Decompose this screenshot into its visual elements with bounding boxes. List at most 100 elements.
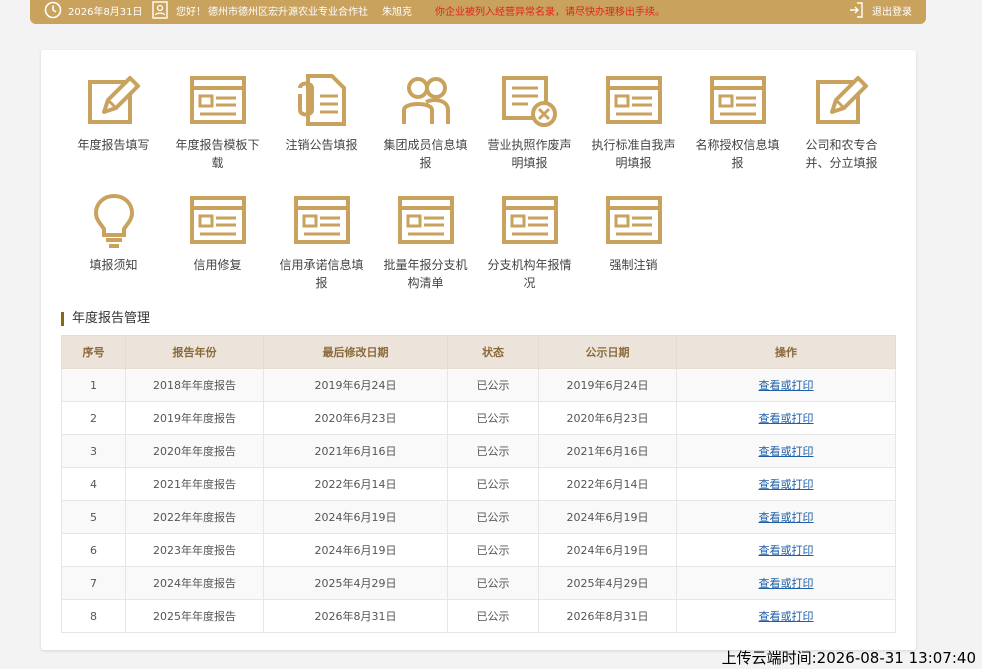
main-card: 年度报告填写 年度报告模板下载 注销公告填报 集团成员信息填报 营业执照作废声明填报 执行… (41, 50, 916, 650)
table-row: 3 2020年年度报告 2021年6月16日 已公示 2021年6月16日 查看或打印 (61, 434, 896, 468)
table-row: 5 2022年年度报告 2024年6月19日 已公示 2024年6月19日 查看或打印 (61, 500, 896, 534)
edit-icon (812, 70, 872, 130)
bulb-icon (84, 190, 144, 250)
cell-status: 已公示 (447, 533, 539, 567)
function-tile[interactable]: 批量年报分支机构清单 (378, 190, 473, 292)
user-block: 您好！ 德州市德州区宏升源农业专业合作社 (152, 0, 368, 20)
cell-index: 6 (61, 533, 126, 567)
annual-report-table: 序号 报告年份 最后修改日期 状态 公示日期 操作 1 2018年年度报告 2019… (61, 335, 896, 633)
cell-index: 8 (61, 599, 126, 633)
cell-publish-date: 2025年4月29日 (538, 566, 677, 600)
function-tile[interactable]: 强制注销 (586, 190, 681, 274)
view-print-link[interactable]: 查看或打印 (759, 511, 814, 524)
function-tile[interactable]: 公司和农专合并、分立填报 (794, 70, 889, 172)
function-tile-label: 执行标准自我声明填报 (591, 138, 676, 170)
logout-button[interactable]: 退出登录 (848, 0, 912, 20)
function-tile[interactable]: 执行标准自我声明填报 (586, 70, 681, 172)
cell-publish-date: 2024年6月19日 (538, 533, 677, 567)
view-print-link[interactable]: 查看或打印 (759, 412, 814, 425)
doc-x-icon (500, 70, 560, 130)
edit-icon (84, 70, 144, 130)
cell-publish-date: 2024年6月19日 (538, 500, 677, 534)
table-row: 7 2024年年度报告 2025年4月29日 已公示 2025年4月29日 查看或打印 (61, 566, 896, 600)
cell-modified: 2024年6月19日 (263, 533, 448, 567)
cell-index: 1 (61, 368, 126, 402)
cell-action: 查看或打印 (676, 467, 896, 501)
table-header-row: 序号 报告年份 最后修改日期 状态 公示日期 操作 (61, 335, 896, 369)
cell-year: 2022年年度报告 (125, 500, 264, 534)
view-print-link[interactable]: 查看或打印 (759, 544, 814, 557)
user-doc-icon (152, 1, 168, 19)
cell-index: 2 (61, 401, 126, 435)
function-tile[interactable]: 集团成员信息填报 (378, 70, 473, 172)
view-print-link[interactable]: 查看或打印 (759, 379, 814, 392)
view-print-link[interactable]: 查看或打印 (759, 445, 814, 458)
form-icon (708, 70, 768, 130)
function-tile[interactable]: 名称授权信息填报 (690, 70, 785, 172)
cell-status: 已公示 (447, 467, 539, 501)
cell-year: 2025年年度报告 (125, 599, 264, 633)
function-tile[interactable]: 年度报告填写 (66, 70, 161, 154)
cell-publish-date: 2026年8月31日 (538, 599, 677, 633)
function-tile[interactable]: 分支机构年报情况 (482, 190, 577, 292)
function-tile-label: 名称授权信息填报 (695, 138, 780, 170)
cell-publish-date: 2022年6月14日 (538, 467, 677, 501)
form-icon (188, 190, 248, 250)
upload-time: 上传云端时间:2026-08-31 13:07:40 (721, 649, 976, 667)
cell-action: 查看或打印 (676, 500, 896, 534)
form-icon (604, 190, 664, 250)
user-name: 朱旭克 (382, 6, 412, 18)
table-row: 8 2025年年度报告 2026年8月31日 已公示 2026年8月31日 查看或打印 (61, 599, 896, 633)
form-icon (188, 70, 248, 130)
function-tile-label: 营业执照作废声明填报 (487, 138, 572, 170)
table-row: 6 2023年年度报告 2024年6月19日 已公示 2024年6月19日 查看或打印 (61, 533, 896, 567)
cell-status: 已公示 (447, 500, 539, 534)
cell-action: 查看或打印 (676, 368, 896, 402)
abnormal-warning: 你企业被列入经营异常名录，请尽快办理移出手续。 (435, 6, 665, 18)
cell-status: 已公示 (447, 401, 539, 435)
function-tile-label: 公司和农专合并、分立填报 (805, 138, 878, 170)
function-tile-label: 填报须知 (89, 258, 138, 272)
clip-doc-icon (292, 70, 352, 130)
function-tile[interactable]: 信用修复 (170, 190, 265, 274)
function-tile[interactable]: 年度报告模板下载 (170, 70, 265, 172)
table-row: 1 2018年年度报告 2019年6月24日 已公示 2019年6月24日 查看或打印 (61, 368, 896, 402)
header-modified: 最后修改日期 (263, 335, 448, 369)
cell-index: 7 (61, 566, 126, 600)
group-icon (396, 70, 456, 130)
function-tile-label: 批量年报分支机构清单 (383, 258, 468, 290)
cell-publish-date: 2021年6月16日 (538, 434, 677, 468)
cell-publish-date: 2020年6月23日 (538, 401, 677, 435)
cell-year: 2019年年度报告 (125, 401, 264, 435)
function-tile[interactable]: 填报须知 (66, 190, 161, 274)
current-date: 2026年8月31日 (68, 6, 143, 18)
cell-index: 4 (61, 467, 126, 501)
cell-publish-date: 2019年6月24日 (538, 368, 677, 402)
table-row: 2 2019年年度报告 2020年6月23日 已公示 2020年6月23日 查看或打印 (61, 401, 896, 435)
view-print-link[interactable]: 查看或打印 (759, 577, 814, 590)
header-year: 报告年份 (125, 335, 264, 369)
cell-year: 2024年年度报告 (125, 566, 264, 600)
header-action: 操作 (676, 335, 896, 369)
view-print-link[interactable]: 查看或打印 (759, 610, 814, 623)
view-print-link[interactable]: 查看或打印 (759, 478, 814, 491)
cell-status: 已公示 (447, 599, 539, 633)
cell-year: 2020年年度报告 (125, 434, 264, 468)
clock-icon (44, 1, 62, 19)
cell-status: 已公示 (447, 368, 539, 402)
function-tile-label: 信用承诺信息填报 (279, 258, 364, 290)
header-status: 状态 (447, 335, 539, 369)
cell-action: 查看或打印 (676, 434, 896, 468)
cell-action: 查看或打印 (676, 401, 896, 435)
company-name: 德州市德州区宏升源农业专业合作社 (208, 6, 368, 18)
form-icon (292, 190, 352, 250)
function-tile-label: 年度报告模板下载 (175, 138, 260, 170)
function-tile[interactable]: 信用承诺信息填报 (274, 190, 369, 292)
form-icon (396, 190, 456, 250)
function-tile-label: 注销公告填报 (285, 138, 358, 152)
date-block: 2026年8月31日 (44, 0, 143, 20)
cell-index: 5 (61, 500, 126, 534)
function-tile[interactable]: 营业执照作废声明填报 (482, 70, 577, 172)
function-tile[interactable]: 注销公告填报 (274, 70, 369, 154)
function-tile-label: 年度报告填写 (77, 138, 150, 152)
